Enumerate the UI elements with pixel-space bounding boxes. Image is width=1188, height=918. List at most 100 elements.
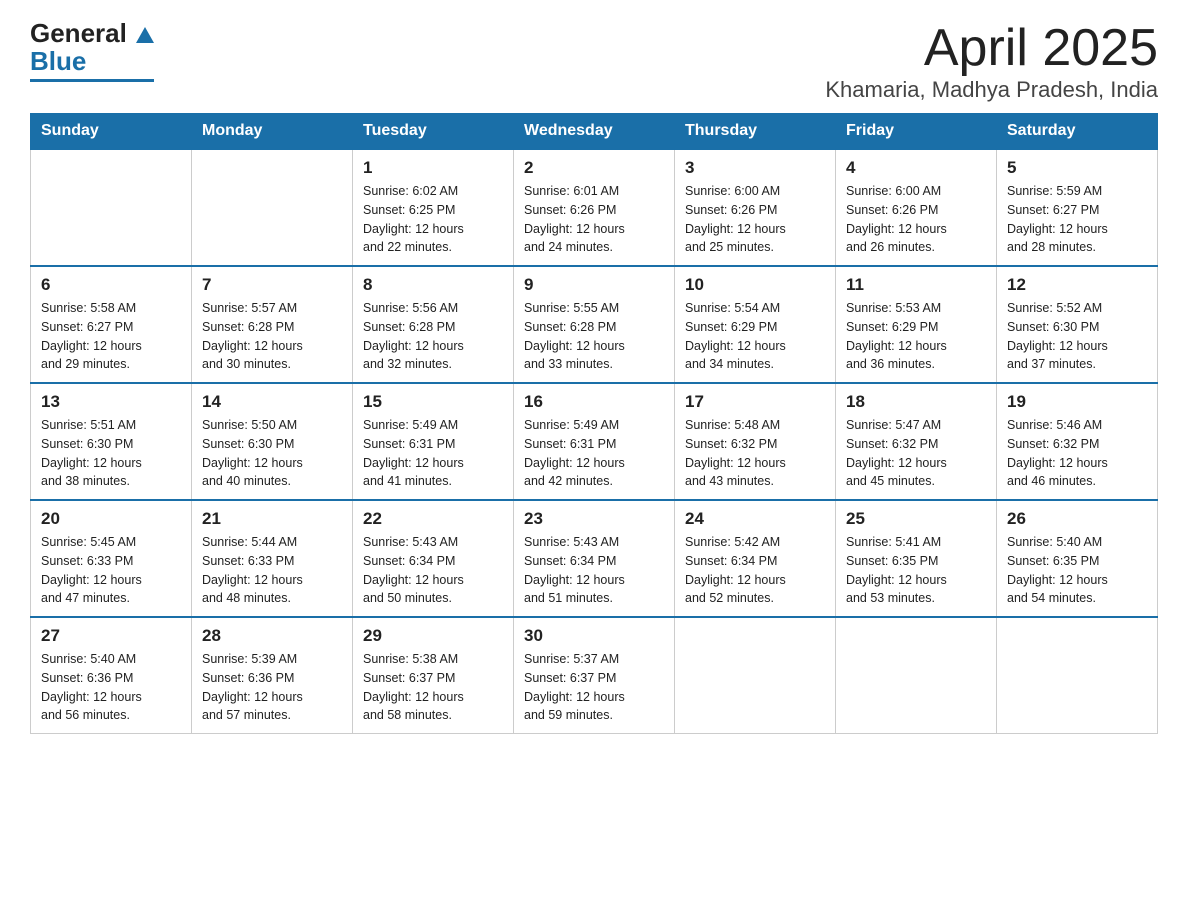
calendar-cell: 3 Sunrise: 6:00 AMSunset: 6:26 PMDaylight…: [675, 149, 836, 266]
day-info: Sunrise: 5:42 AMSunset: 6:34 PMDaylight:…: [685, 533, 825, 608]
day-info: Sunrise: 5:47 AMSunset: 6:32 PMDaylight:…: [846, 416, 986, 491]
calendar-cell: 18Sunrise: 5:47 AMSunset: 6:32 PMDayligh…: [836, 383, 997, 500]
day-of-week-header: Wednesday: [514, 114, 675, 150]
page-header: General Blue April 2025 Khamaria, Madhya…: [30, 20, 1158, 103]
day-number: 19: [1007, 392, 1147, 412]
day-number: 7: [202, 275, 342, 295]
calendar-cell: 9 Sunrise: 5:55 AMSunset: 6:28 PMDaylight…: [514, 266, 675, 383]
calendar-cell: 6Sunrise: 5:58 AMSunset: 6:27 PMDaylight…: [31, 266, 192, 383]
calendar-week-row: 20Sunrise: 5:45 AMSunset: 6:33 PMDayligh…: [31, 500, 1158, 617]
day-info: Sunrise: 5:46 AMSunset: 6:32 PMDaylight:…: [1007, 416, 1147, 491]
day-info: Sunrise: 5:52 AMSunset: 6:30 PMDaylight:…: [1007, 299, 1147, 374]
day-info: Sunrise: 5:43 AMSunset: 6:34 PMDaylight:…: [363, 533, 503, 608]
day-info: Sunrise: 5:51 AMSunset: 6:30 PMDaylight:…: [41, 416, 181, 491]
day-number: 22: [363, 509, 503, 529]
day-info: Sunrise: 5:48 AMSunset: 6:32 PMDaylight:…: [685, 416, 825, 491]
day-number: 2: [524, 158, 664, 178]
calendar-cell: [997, 617, 1158, 734]
day-info: Sunrise: 5:38 AMSunset: 6:37 PMDaylight:…: [363, 650, 503, 725]
day-number: 12: [1007, 275, 1147, 295]
day-info: Sunrise: 5:54 AMSunset: 6:29 PMDaylight:…: [685, 299, 825, 374]
calendar-cell: 2 Sunrise: 6:01 AMSunset: 6:26 PMDaylight…: [514, 149, 675, 266]
day-of-week-header: Tuesday: [353, 114, 514, 150]
calendar-cell: 22 Sunrise: 5:43 AMSunset: 6:34 PMDayligh…: [353, 500, 514, 617]
page-title: April 2025: [825, 20, 1158, 77]
day-info: Sunrise: 5:58 AMSunset: 6:27 PMDaylight:…: [41, 299, 181, 374]
calendar-table: SundayMondayTuesdayWednesdayThursdayFrid…: [30, 113, 1158, 734]
day-number: 3: [685, 158, 825, 178]
day-info: Sunrise: 5:44 AMSunset: 6:33 PMDaylight:…: [202, 533, 342, 608]
day-number: 28: [202, 626, 342, 646]
calendar-week-row: 6Sunrise: 5:58 AMSunset: 6:27 PMDaylight…: [31, 266, 1158, 383]
calendar-header: SundayMondayTuesdayWednesdayThursdayFrid…: [31, 114, 1158, 150]
day-header-row: SundayMondayTuesdayWednesdayThursdayFrid…: [31, 114, 1158, 150]
day-info: Sunrise: 6:01 AMSunset: 6:26 PMDaylight:…: [524, 182, 664, 257]
calendar-cell: 4Sunrise: 6:00 AMSunset: 6:26 PMDaylight…: [836, 149, 997, 266]
logo-blue: Blue: [30, 46, 86, 77]
calendar-cell: 19 Sunrise: 5:46 AMSunset: 6:32 PMDayligh…: [997, 383, 1158, 500]
day-number: 23: [524, 509, 664, 529]
calendar-cell: 23 Sunrise: 5:43 AMSunset: 6:34 PMDayligh…: [514, 500, 675, 617]
day-number: 1: [363, 158, 503, 178]
calendar-cell: 15 Sunrise: 5:49 AMSunset: 6:31 PMDayligh…: [353, 383, 514, 500]
calendar-cell: 29Sunrise: 5:38 AMSunset: 6:37 PMDayligh…: [353, 617, 514, 734]
day-of-week-header: Saturday: [997, 114, 1158, 150]
calendar-cell: 12 Sunrise: 5:52 AMSunset: 6:30 PMDayligh…: [997, 266, 1158, 383]
day-number: 30: [524, 626, 664, 646]
calendar-cell: [192, 149, 353, 266]
day-of-week-header: Sunday: [31, 114, 192, 150]
calendar-body: 1 Sunrise: 6:02 AMSunset: 6:25 PMDaylight…: [31, 149, 1158, 734]
day-number: 25: [846, 509, 986, 529]
logo-text: General: [30, 20, 154, 46]
day-number: 15: [363, 392, 503, 412]
day-info: Sunrise: 5:40 AMSunset: 6:35 PMDaylight:…: [1007, 533, 1147, 608]
day-number: 9: [524, 275, 664, 295]
calendar-cell: 20Sunrise: 5:45 AMSunset: 6:33 PMDayligh…: [31, 500, 192, 617]
calendar-cell: 25 Sunrise: 5:41 AMSunset: 6:35 PMDayligh…: [836, 500, 997, 617]
calendar-cell: 7Sunrise: 5:57 AMSunset: 6:28 PMDaylight…: [192, 266, 353, 383]
calendar-cell: 1 Sunrise: 6:02 AMSunset: 6:25 PMDaylight…: [353, 149, 514, 266]
day-number: 14: [202, 392, 342, 412]
day-of-week-header: Thursday: [675, 114, 836, 150]
calendar-week-row: 13 Sunrise: 5:51 AMSunset: 6:30 PMDayligh…: [31, 383, 1158, 500]
calendar-cell: 14Sunrise: 5:50 AMSunset: 6:30 PMDayligh…: [192, 383, 353, 500]
day-info: Sunrise: 5:55 AMSunset: 6:28 PMDaylight:…: [524, 299, 664, 374]
day-info: Sunrise: 5:56 AMSunset: 6:28 PMDaylight:…: [363, 299, 503, 374]
calendar-cell: [836, 617, 997, 734]
day-info: Sunrise: 5:53 AMSunset: 6:29 PMDaylight:…: [846, 299, 986, 374]
calendar-cell: 21 Sunrise: 5:44 AMSunset: 6:33 PMDayligh…: [192, 500, 353, 617]
calendar-cell: [675, 617, 836, 734]
day-number: 16: [524, 392, 664, 412]
calendar-cell: [31, 149, 192, 266]
calendar-cell: 30Sunrise: 5:37 AMSunset: 6:37 PMDayligh…: [514, 617, 675, 734]
day-of-week-header: Friday: [836, 114, 997, 150]
day-number: 17: [685, 392, 825, 412]
day-of-week-header: Monday: [192, 114, 353, 150]
day-number: 5: [1007, 158, 1147, 178]
calendar-week-row: 27 Sunrise: 5:40 AMSunset: 6:36 PMDayligh…: [31, 617, 1158, 734]
logo: General Blue: [30, 20, 154, 82]
day-number: 13: [41, 392, 181, 412]
day-number: 27: [41, 626, 181, 646]
calendar-cell: 10Sunrise: 5:54 AMSunset: 6:29 PMDayligh…: [675, 266, 836, 383]
day-info: Sunrise: 5:59 AMSunset: 6:27 PMDaylight:…: [1007, 182, 1147, 257]
day-info: Sunrise: 5:43 AMSunset: 6:34 PMDaylight:…: [524, 533, 664, 608]
day-info: Sunrise: 6:02 AMSunset: 6:25 PMDaylight:…: [363, 182, 503, 257]
day-number: 11: [846, 275, 986, 295]
day-number: 8: [363, 275, 503, 295]
calendar-cell: 17 Sunrise: 5:48 AMSunset: 6:32 PMDayligh…: [675, 383, 836, 500]
calendar-cell: 11 Sunrise: 5:53 AMSunset: 6:29 PMDayligh…: [836, 266, 997, 383]
day-info: Sunrise: 5:40 AMSunset: 6:36 PMDaylight:…: [41, 650, 181, 725]
day-number: 21: [202, 509, 342, 529]
calendar-cell: 28Sunrise: 5:39 AMSunset: 6:36 PMDayligh…: [192, 617, 353, 734]
page-subtitle: Khamaria, Madhya Pradesh, India: [825, 77, 1158, 103]
day-number: 4: [846, 158, 986, 178]
day-number: 24: [685, 509, 825, 529]
calendar-cell: 16Sunrise: 5:49 AMSunset: 6:31 PMDayligh…: [514, 383, 675, 500]
day-info: Sunrise: 6:00 AMSunset: 6:26 PMDaylight:…: [685, 182, 825, 257]
calendar-cell: 5 Sunrise: 5:59 AMSunset: 6:27 PMDaylight…: [997, 149, 1158, 266]
day-number: 26: [1007, 509, 1147, 529]
day-info: Sunrise: 5:41 AMSunset: 6:35 PMDaylight:…: [846, 533, 986, 608]
day-info: Sunrise: 5:49 AMSunset: 6:31 PMDaylight:…: [363, 416, 503, 491]
calendar-cell: 26 Sunrise: 5:40 AMSunset: 6:35 PMDayligh…: [997, 500, 1158, 617]
